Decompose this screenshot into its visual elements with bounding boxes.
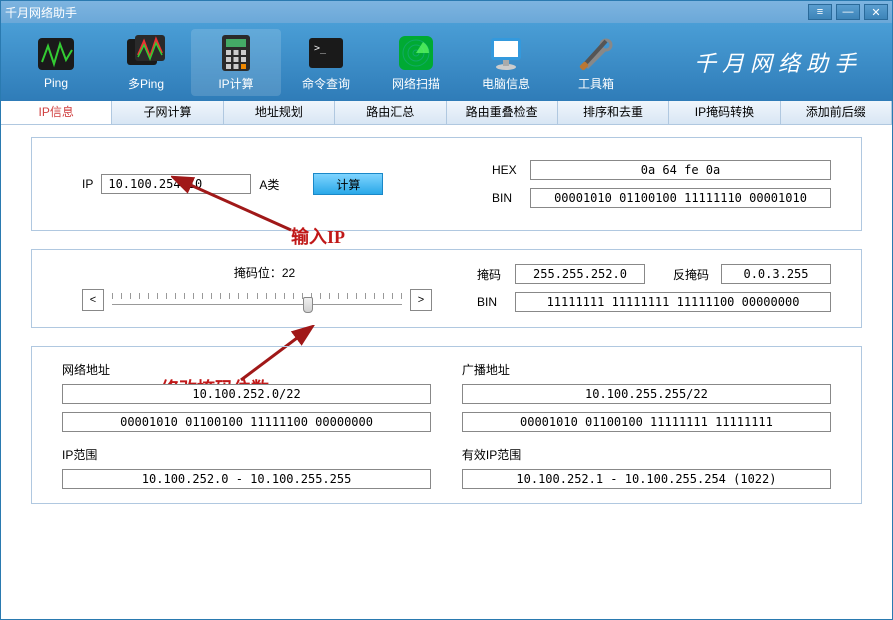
tool-label: IP计算: [191, 75, 281, 92]
tool-ping[interactable]: Ping: [11, 30, 101, 94]
tool-label: 多Ping: [101, 75, 191, 92]
bin-output: 00001010 01100100 11111110 00001010: [530, 188, 831, 208]
results-panel: 网络地址 10.100.252.0/22 00001010 01100100 1…: [31, 346, 862, 504]
hex-label: HEX: [492, 163, 522, 177]
validrange-output: 10.100.252.1 - 10.100.255.254 (1022): [462, 469, 831, 489]
window-minimize-button[interactable]: —: [836, 4, 860, 20]
network-cidr-output: 10.100.252.0/22: [62, 384, 431, 404]
window-title: 千月网络助手: [5, 4, 808, 21]
tab-addressplan[interactable]: 地址规划: [224, 101, 335, 124]
tool-label: 网络扫描: [371, 75, 461, 92]
iprange-output: 10.100.252.0 - 10.100.255.255: [62, 469, 431, 489]
ping-icon: [32, 34, 80, 74]
tool-label: 电脑信息: [461, 75, 551, 92]
mask-output: 255.255.252.0: [515, 264, 645, 284]
ip-input-panel: IP A类 计算 HEX 0a 64 fe 0a BIN 00001010 01…: [31, 137, 862, 231]
validrange-label: 有效IP范围: [462, 446, 831, 463]
sub-tabs: IP信息 子网计算 地址规划 路由汇总 路由重叠检查 排序和去重 IP掩码转换 …: [1, 101, 892, 125]
tab-ipinfo[interactable]: IP信息: [1, 101, 112, 124]
ip-input[interactable]: [101, 174, 251, 194]
network-address-label: 网络地址: [62, 361, 431, 378]
tab-sortdedup[interactable]: 排序和去重: [558, 101, 669, 124]
calculator-icon: [212, 33, 260, 73]
tool-ipcalc[interactable]: IP计算: [191, 29, 281, 96]
brand-text: 千月网络助手: [694, 46, 882, 78]
ip-label: IP: [82, 177, 93, 191]
terminal-icon: >_: [302, 33, 350, 73]
tool-label: 命令查询: [281, 75, 371, 92]
app-window: 千月网络助手 ≡ — ✕ Ping 多Ping IP计算 >_ 命令查询 网络扫…: [0, 0, 893, 620]
svg-text:>_: >_: [314, 43, 327, 54]
tools-icon: [572, 33, 620, 73]
network-bin-output: 00001010 01100100 11111100 00000000: [62, 412, 431, 432]
radar-icon: [392, 33, 440, 73]
slider-thumb[interactable]: [303, 297, 313, 313]
tab-routeoverlap[interactable]: 路由重叠检查: [447, 101, 558, 124]
multiping-icon: [122, 33, 170, 73]
main-toolbar: Ping 多Ping IP计算 >_ 命令查询 网络扫描 电脑信息 工具箱 千月…: [1, 23, 892, 101]
maskbits-label: 掩码位：: [234, 266, 282, 280]
monitor-icon: [482, 33, 530, 73]
wildcard-label: 反掩码: [673, 266, 713, 283]
ip-class-label: A类: [259, 176, 279, 193]
broadcast-address-label: 广播地址: [462, 361, 831, 378]
tool-cmdquery[interactable]: >_ 命令查询: [281, 29, 371, 96]
tool-pcinfo[interactable]: 电脑信息: [461, 29, 551, 96]
window-menu-button[interactable]: ≡: [808, 4, 832, 20]
tool-label: 工具箱: [551, 75, 641, 92]
slider-next-button[interactable]: >: [410, 289, 432, 311]
hex-output: 0a 64 fe 0a: [530, 160, 831, 180]
bin-label: BIN: [492, 191, 522, 205]
mask-label: 掩码: [477, 266, 507, 283]
tab-subnet[interactable]: 子网计算: [112, 101, 223, 124]
tool-toolbox[interactable]: 工具箱: [551, 29, 641, 96]
broadcast-cidr-output: 10.100.255.255/22: [462, 384, 831, 404]
slider-prev-button[interactable]: <: [82, 289, 104, 311]
tool-multiping[interactable]: 多Ping: [101, 29, 191, 96]
maskbits-value: 22: [282, 266, 295, 280]
tab-prefixsuffix[interactable]: 添加前后缀: [781, 101, 892, 124]
mask-bin-output: 11111111 11111111 11111100 00000000: [515, 292, 831, 312]
mask-panel: 掩码位：22 < > 掩码 255.255.252.0: [31, 249, 862, 328]
tool-netscan[interactable]: 网络扫描: [371, 29, 461, 96]
broadcast-bin-output: 00001010 01100100 11111111 11111111: [462, 412, 831, 432]
tab-routesummary[interactable]: 路由汇总: [335, 101, 446, 124]
calculate-button[interactable]: 计算: [313, 173, 383, 195]
content-area: IP A类 计算 HEX 0a 64 fe 0a BIN 00001010 01…: [1, 125, 892, 619]
tab-maskconvert[interactable]: IP掩码转换: [669, 101, 780, 124]
iprange-label: IP范围: [62, 446, 431, 463]
maskbits-slider[interactable]: [112, 287, 402, 313]
tool-label: Ping: [11, 76, 101, 90]
window-close-button[interactable]: ✕: [864, 4, 888, 20]
titlebar: 千月网络助手 ≡ — ✕: [1, 1, 892, 23]
mask-bin-label: BIN: [477, 295, 507, 309]
wildcard-output: 0.0.3.255: [721, 264, 831, 284]
